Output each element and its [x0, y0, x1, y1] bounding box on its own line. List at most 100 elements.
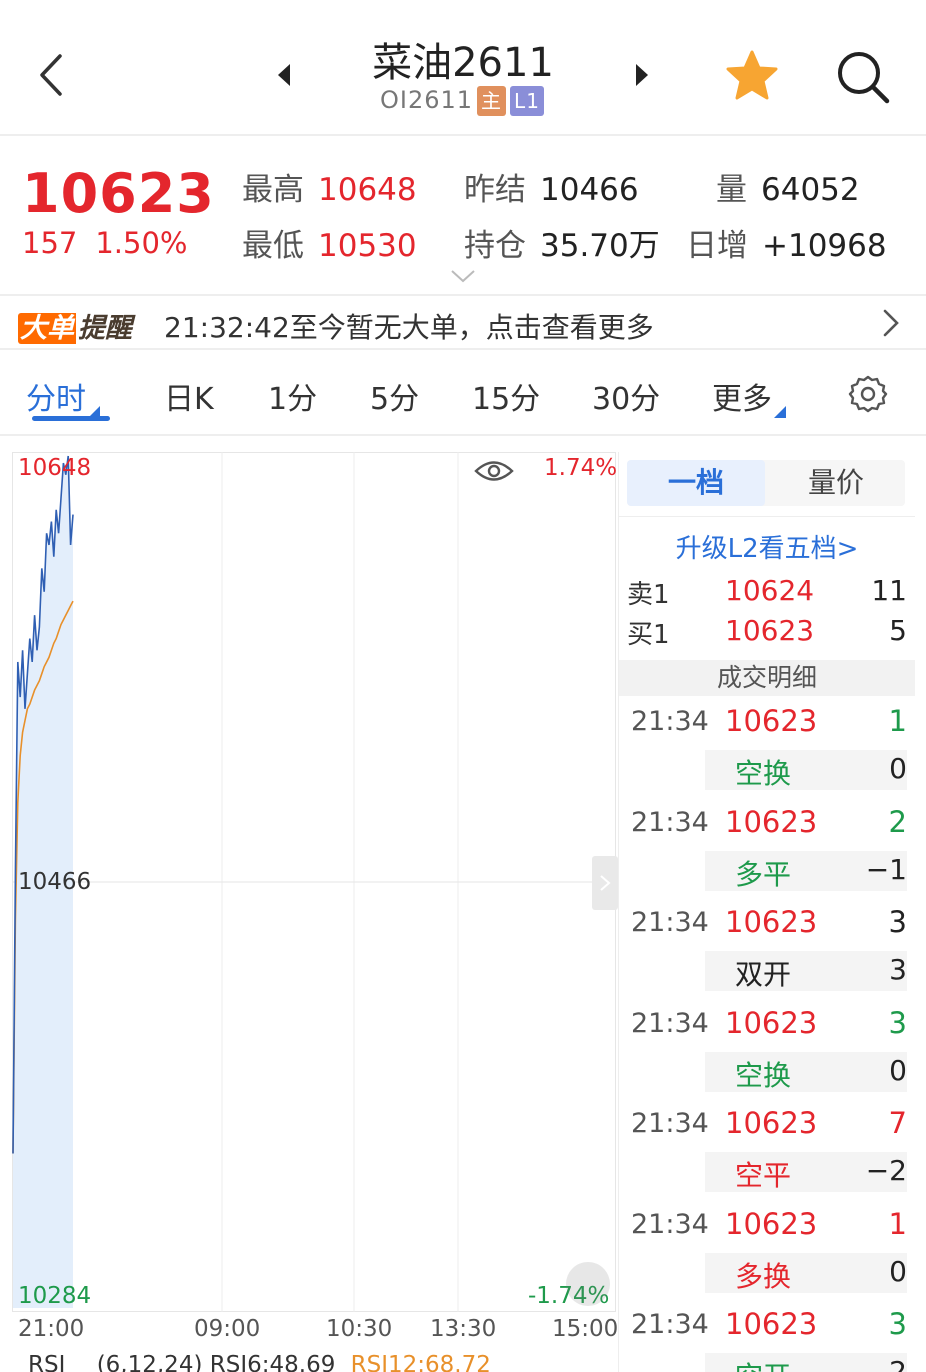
rsi-selector[interactable]: RSI	[28, 1352, 65, 1372]
y-axis-mid-label: 10466	[18, 869, 92, 895]
next-contract-icon[interactable]	[628, 62, 654, 88]
trade-time: 21:34	[631, 907, 709, 938]
trade-type: 空换	[735, 1058, 792, 1092]
x-axis-label: 13:30	[430, 1316, 497, 1342]
quote-panel[interactable]: 10623 157 1.50% 最高 10648 最低 10530 昨结 10466 持…	[0, 138, 926, 294]
trade-type-row: 多换 0	[705, 1252, 907, 1293]
bid-price: 10623	[725, 614, 815, 647]
open-interest-change: −1	[865, 852, 907, 886]
trade-price: 10623	[725, 1005, 818, 1040]
trade-row: 21:34 10623 7 空平 −2	[619, 1102, 915, 1202]
bid-label: 买1	[627, 620, 670, 650]
upgrade-l2-link[interactable]: 升级L2看五档>	[619, 528, 915, 565]
trade-type: 多平	[735, 857, 792, 891]
tab-30min[interactable]: 30分	[592, 374, 660, 418]
trade-type: 多换	[735, 1259, 792, 1293]
trade-type-row: 双开 3	[705, 951, 907, 991]
y-axis-bottom-label: 10284	[18, 1283, 92, 1309]
prev-settle-cell: 昨结 10466	[464, 164, 639, 209]
expand-chevron-icon[interactable]	[450, 268, 476, 284]
big-order-alert-bar[interactable]: 大单 提醒 21:32:42至今暂无大单，点击查看更多	[0, 294, 926, 350]
eye-icon[interactable]	[474, 456, 514, 486]
gear-icon[interactable]	[848, 374, 888, 414]
open-interest-change: 0	[889, 752, 907, 785]
tab-1min[interactable]: 1分	[268, 374, 317, 418]
tab-more[interactable]: 更多	[712, 374, 786, 418]
trade-volume: 1	[888, 704, 907, 738]
alert-logo-part-b: 提醒	[78, 313, 132, 344]
open-interest-label: 持仓	[464, 228, 526, 264]
contract-code: OI2611 主 L1	[380, 86, 544, 116]
chart-grid	[12, 452, 616, 1312]
high-cell: 最高 10648	[242, 164, 417, 209]
alert-message: 21:32:42至今暂无大单，点击查看更多	[164, 311, 654, 344]
panel-toggle-handle[interactable]	[592, 856, 618, 910]
y-axis-top-label: 10648	[18, 455, 92, 481]
trade-type-row: 空换 0	[705, 1051, 907, 1092]
order-book-panel: 一档 量价 升级L2看五档> 卖1 10624 11 买1 10623 5 成交…	[618, 452, 915, 1372]
trade-type-row: 空换 0	[705, 750, 907, 790]
intraday-chart-plot	[12, 452, 616, 1312]
tab-level1[interactable]: 一档	[627, 460, 765, 506]
prev-settle-value: 10466	[540, 172, 639, 208]
tab-intraday[interactable]: 分时	[26, 374, 100, 418]
active-tab-underline	[32, 416, 110, 421]
high-label: 最高	[242, 172, 304, 208]
main-contract-badge: 主	[477, 86, 507, 116]
trade-type: 空平	[735, 1159, 792, 1192]
trade-volume: 3	[888, 1005, 907, 1040]
daily-increase-cell: 日增 +10968	[686, 220, 887, 265]
trade-price: 10623	[725, 905, 818, 939]
trade-price: 10623	[725, 704, 818, 738]
trade-price: 10623	[725, 1307, 818, 1341]
trade-time: 21:34	[631, 1208, 709, 1240]
tab-15min[interactable]: 15分	[472, 374, 540, 418]
page-title: 菜油2611	[372, 40, 554, 86]
search-icon[interactable]	[834, 48, 892, 106]
tab-volume-price[interactable]: 量价	[767, 460, 905, 506]
open-interest-change: 2	[889, 1355, 907, 1372]
trade-type-row: 空平 −2	[705, 1152, 907, 1192]
tab-intraday-label: 分时	[26, 382, 86, 417]
trade-time: 21:34	[631, 706, 709, 737]
trade-row: 21:34 10623 3 空换 0	[619, 1002, 915, 1102]
ask-volume: 11	[871, 574, 907, 607]
trade-type: 空换	[735, 757, 792, 790]
trade-price: 10623	[725, 804, 818, 839]
trade-type-row: 空开 2	[705, 1353, 907, 1372]
trade-type: 空开	[735, 1355, 791, 1372]
x-axis-label: 09:00	[194, 1316, 261, 1342]
tab-5min[interactable]: 5分	[370, 374, 419, 418]
low-label: 最低	[242, 228, 304, 264]
ask-price: 10624	[725, 574, 815, 607]
x-axis-label: 15:00	[552, 1316, 619, 1342]
last-price: 10623	[22, 162, 215, 225]
trade-row: 21:34 10623 1 多换 0	[619, 1203, 915, 1303]
trade-price: 10623	[725, 1106, 818, 1140]
tab-more-label: 更多	[712, 382, 772, 417]
chevron-right-icon	[600, 875, 611, 891]
rsi6-value: RSI6:48.69	[209, 1352, 336, 1372]
chevron-right-icon[interactable]	[876, 308, 904, 338]
tab-daily-k[interactable]: 日K	[164, 374, 214, 418]
price-change: 157 1.50%	[22, 226, 188, 260]
pct-axis-top-label: 1.74%	[544, 455, 618, 481]
trade-volume: 3	[888, 905, 907, 939]
prev-settle-label: 昨结	[464, 172, 526, 208]
open-interest-change: −2	[865, 1154, 907, 1187]
change-percent: 1.50%	[95, 226, 188, 260]
header: 菜油2611 OI2611 主 L1	[0, 0, 926, 136]
open-interest-cell: 持仓 35.70万	[464, 220, 660, 265]
star-icon[interactable]	[724, 48, 780, 104]
scroll-button[interactable]	[566, 1262, 610, 1306]
x-axis-label: 21:00	[18, 1316, 85, 1342]
book-mode-toggle: 一档 量价	[627, 460, 905, 506]
alert-logo-part-a: 大单	[18, 313, 76, 344]
rsi12-value: RSI12:68.72	[350, 1352, 491, 1372]
trade-type-row: 多平 −1	[705, 850, 907, 891]
intraday-chart[interactable]	[12, 452, 616, 1312]
bid-level-row: 买1 10623 5	[619, 614, 915, 654]
volume-value: 64052	[761, 172, 860, 208]
daily-increase-value: +10968	[762, 228, 887, 264]
trade-row: 21:34 10623 3 空开 2	[619, 1303, 915, 1372]
